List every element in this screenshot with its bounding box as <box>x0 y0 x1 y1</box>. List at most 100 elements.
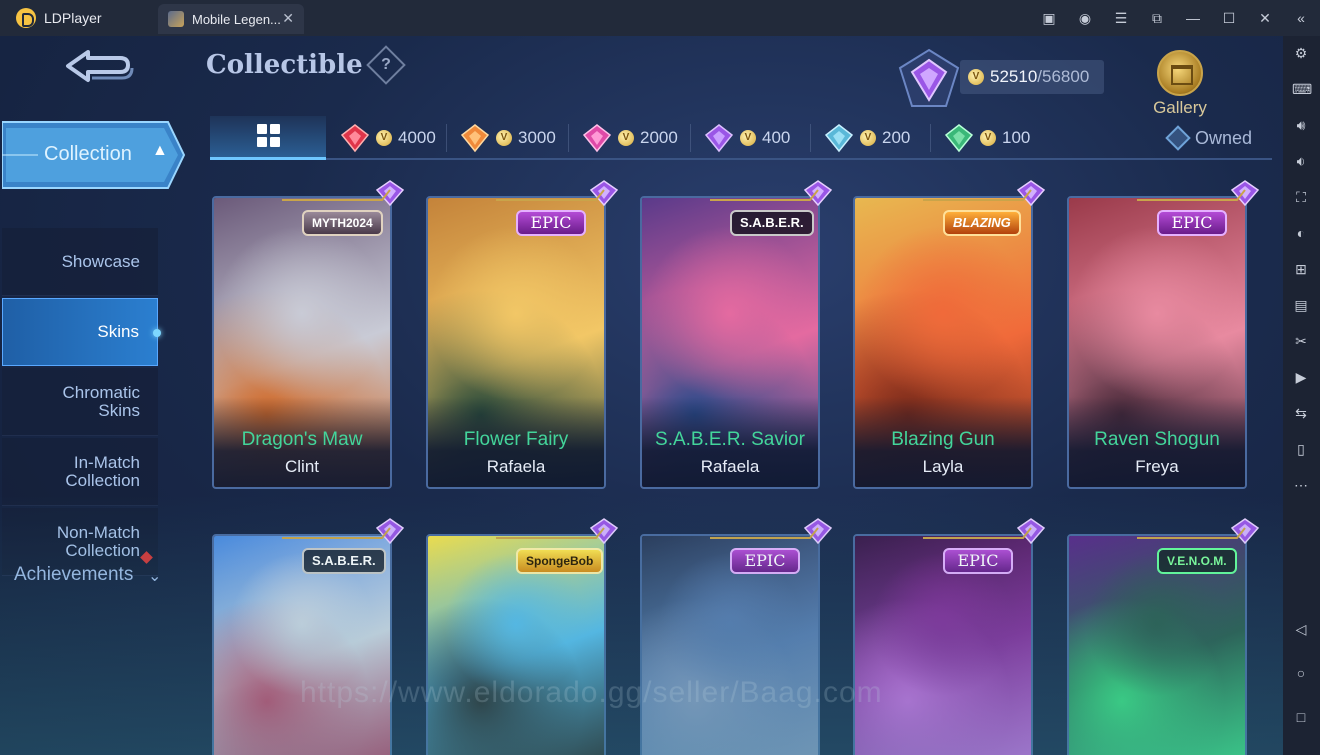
filter-tier-400[interactable]: 400 <box>704 116 790 160</box>
record-icon[interactable]: ◐ <box>1292 224 1310 242</box>
filter-tier-value: 200 <box>882 128 911 147</box>
skin-card[interactable]: Flower Fairy Rafaela EPIC <box>426 196 606 489</box>
filter-tier-2000[interactable]: 2000 <box>582 116 678 160</box>
filter-tier-3000[interactable]: 3000 <box>460 116 556 160</box>
tab-mobile-legends[interactable]: Mobile Legen... ✕ <box>158 4 304 34</box>
sidebar-collection[interactable]: Collection ▲ <box>2 120 186 190</box>
grid-icon <box>257 124 281 148</box>
window-titlebar: LDPlayer Mobile Legen... ✕ ▣ ◉ ☰ ⧉ — ☐ ✕… <box>0 0 1320 36</box>
fullscreen-icon[interactable]: ⛶ <box>1292 188 1310 206</box>
hero-name: Clint <box>284 457 319 476</box>
tab-close-icon[interactable]: ✕ <box>282 10 294 27</box>
sidebar-item-skins[interactable]: Skins <box>2 298 161 366</box>
add-window-icon[interactable]: ⊞ <box>1292 260 1310 278</box>
skin-tier-badge: EPIC <box>943 548 1013 574</box>
sidebar-item-label: Showcase <box>61 251 140 271</box>
skin-tier-badge: BLAZING <box>943 210 1021 236</box>
owned-checkbox-icon[interactable] <box>1165 125 1191 151</box>
owned-filter[interactable]: Owned <box>1165 116 1252 160</box>
watermark-text: https://www.eldorado.gg/seller/Baag.com <box>300 676 883 709</box>
sync-icon[interactable]: ⇆ <box>1292 404 1310 422</box>
skin-card[interactable]: SpongeBob <box>426 534 606 755</box>
cyan-gem-icon <box>824 124 854 153</box>
skin-card[interactable]: Raven Shogun Freya EPIC <box>1067 196 1247 489</box>
maximize-icon[interactable]: ☐ <box>1222 10 1236 27</box>
skin-card[interactable]: S.A.B.E.R. Savior Rafaela S.A.B.E.R. <box>640 196 820 489</box>
settings-icon[interactable]: ⚙ <box>1292 44 1310 62</box>
shake-icon[interactable]: ▯ <box>1292 440 1310 458</box>
hero-name: Freya <box>1135 457 1179 476</box>
sidebar-item-label: Non-Match Collection <box>56 522 140 560</box>
popout-icon[interactable]: ⧉ <box>1150 10 1164 27</box>
filter-tier-200[interactable]: 200 <box>824 116 910 160</box>
skin-card[interactable]: Blazing Gun Layla BLAZING <box>853 196 1033 489</box>
skin-tier-badge: V.E.N.O.M. <box>1157 548 1237 574</box>
help-button[interactable]: ? <box>366 45 406 85</box>
sidebar-item-chromatic-skins[interactable]: Chromatic Skins <box>2 368 158 436</box>
page-title: Collectible <box>206 50 363 80</box>
sidebar-item-label: Chromatic Skins <box>62 382 140 420</box>
volume-up-icon[interactable]: 🔊︎ <box>1292 116 1310 134</box>
card-frame-ribbon <box>282 189 391 201</box>
card-frame-ribbon <box>710 527 819 539</box>
coin-icon <box>740 130 756 146</box>
account-icon[interactable]: ◉ <box>1078 10 1092 27</box>
card-frame-ribbon <box>710 189 819 201</box>
apk-icon[interactable]: ▤ <box>1292 296 1310 314</box>
store-icon[interactable]: ▣ <box>1042 10 1056 27</box>
card-frame-ribbon <box>282 527 391 539</box>
volume-down-icon[interactable]: 🔉︎ <box>1292 152 1310 170</box>
filter-all-tab[interactable] <box>210 116 326 160</box>
home-nav-icon[interactable]: ○ <box>1292 664 1310 682</box>
skin-tier-badge: EPIC <box>730 548 800 574</box>
filter-tier-value: 2000 <box>640 128 678 147</box>
skin-card[interactable]: EPIC <box>853 534 1033 755</box>
tier-filter-bar: 4000 3000 2000 400 200 100 Owned <box>210 116 1272 160</box>
card-frame-ribbon <box>496 189 605 201</box>
sidebar-item-in-match-collection[interactable]: In-Match Collection <box>2 438 158 506</box>
skin-card[interactable]: V.E.N.O.M. <box>1067 534 1247 755</box>
close-icon[interactable]: ✕ <box>1258 10 1272 27</box>
sidebar-item-label: In-Match Collection <box>65 452 140 490</box>
skin-tier-badge: EPIC <box>1157 210 1227 236</box>
video-icon[interactable]: ▶ <box>1292 368 1310 386</box>
filter-tier-100[interactable]: 100 <box>944 116 1030 160</box>
coin-icon <box>496 130 512 146</box>
help-icon: ? <box>381 56 391 73</box>
gallery-button[interactable]: Gallery <box>1150 50 1210 122</box>
tab-title: Mobile Legen... <box>192 11 281 27</box>
keyboard-icon[interactable]: ⌨ <box>1292 80 1312 98</box>
card-frame-ribbon <box>496 527 605 539</box>
sidebar-achievements[interactable]: Achievements <box>14 564 133 586</box>
pink-gem-icon <box>582 124 612 153</box>
collection-points: 52510/56800 <box>960 60 1104 94</box>
back-arrow-icon[interactable] <box>62 48 136 88</box>
filter-tier-value: 400 <box>762 128 791 147</box>
skin-tier-badge: EPIC <box>516 210 586 236</box>
minimize-icon[interactable]: — <box>1186 10 1200 26</box>
hero-name: Layla <box>922 457 964 476</box>
coin-icon <box>860 130 876 146</box>
skin-tier-badge: S.A.B.E.R. <box>302 548 386 574</box>
game-viewport: Collectible ? 52510/56800 Gallery Collec… <box>0 36 1283 755</box>
sidebar-item-showcase[interactable]: Showcase <box>2 228 158 296</box>
app-name: LDPlayer <box>44 10 102 26</box>
filter-tier-4000[interactable]: 4000 <box>340 116 436 160</box>
back-nav-icon[interactable]: ◁ <box>1292 620 1310 638</box>
more-icon[interactable]: ⋯ <box>1292 476 1310 494</box>
skin-name: Raven Shogun <box>1094 429 1220 450</box>
points-max: /56800 <box>1037 67 1090 86</box>
owned-label: Owned <box>1194 127 1252 148</box>
chevron-down-icon[interactable]: ⌄ <box>148 566 161 586</box>
red-gem-icon <box>340 124 370 153</box>
card-frame-ribbon <box>923 527 1032 539</box>
menu-icon[interactable]: ☰ <box>1114 10 1128 27</box>
skin-card[interactable]: EPIC <box>640 534 820 755</box>
skin-card[interactable]: S.A.B.E.R. <box>212 534 392 755</box>
skin-card[interactable]: Dragon's Maw Clint MYTH2024 <box>212 196 392 489</box>
collapse-sidebar-icon[interactable]: « <box>1294 10 1308 26</box>
sidebar-collection-label: Collection <box>44 143 132 165</box>
recent-nav-icon[interactable]: □ <box>1292 708 1310 726</box>
hero-name: Rafaela <box>700 457 760 476</box>
cut-icon[interactable]: ✂ <box>1292 332 1310 350</box>
